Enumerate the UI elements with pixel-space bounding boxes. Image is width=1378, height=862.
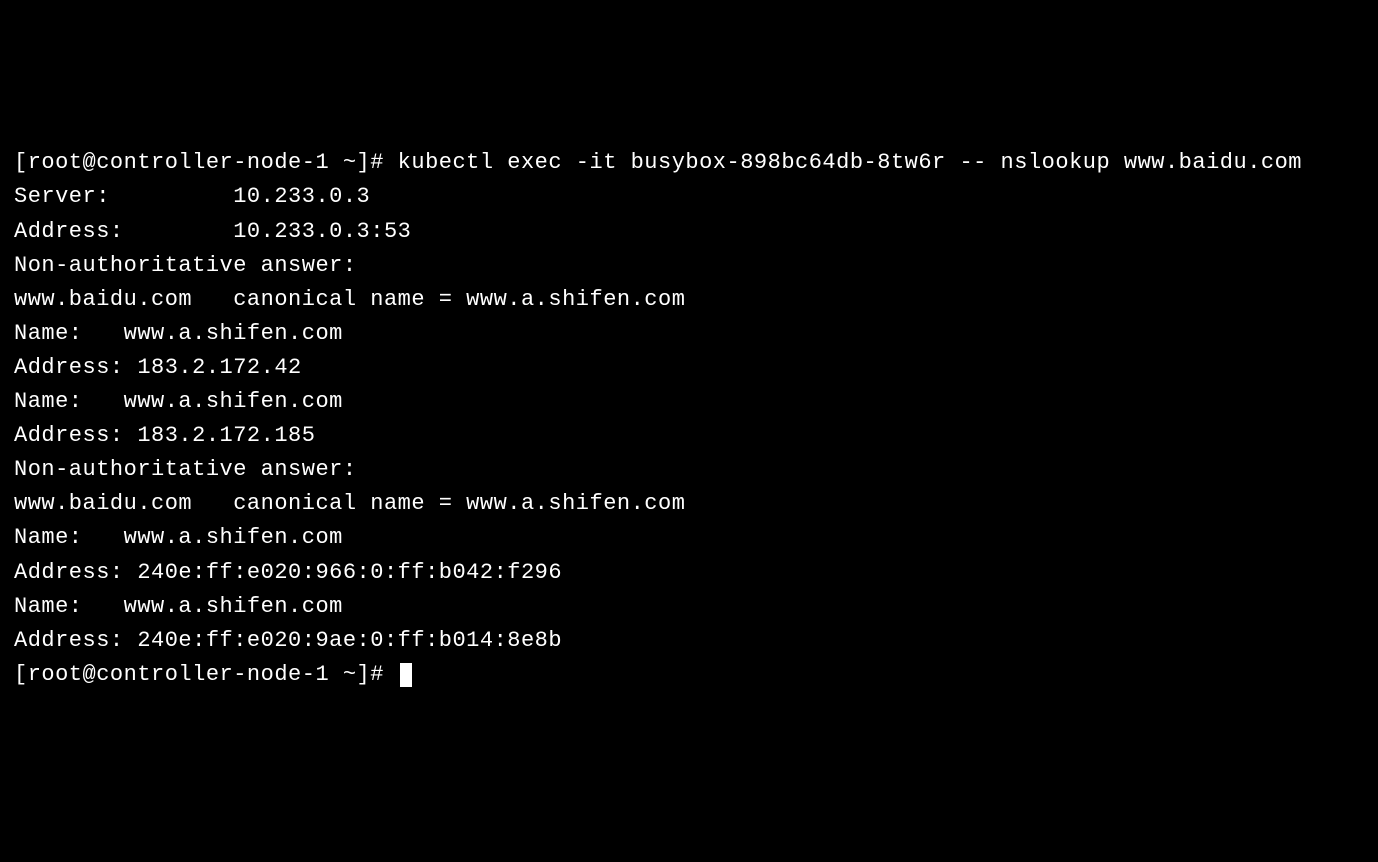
terminal-line: Address: 240e:ff:e020:966:0:ff:b042:f296 bbox=[14, 556, 1364, 590]
terminal-line: Name: www.a.shifen.com bbox=[14, 521, 1364, 555]
cursor bbox=[400, 663, 412, 687]
shell-prompt: [root@controller-node-1 ~]# bbox=[14, 662, 398, 687]
prompt-line[interactable]: [root@controller-node-1 ~]# bbox=[14, 658, 1364, 692]
terminal-line: Name: www.a.shifen.com bbox=[14, 590, 1364, 624]
terminal-line: Address: 10.233.0.3:53 bbox=[14, 215, 1364, 249]
terminal-line: Address: 183.2.172.185 bbox=[14, 419, 1364, 453]
terminal-line: Address: 183.2.172.42 bbox=[14, 351, 1364, 385]
terminal-line: Server: 10.233.0.3 bbox=[14, 180, 1364, 214]
terminal-line: Name: www.a.shifen.com bbox=[14, 385, 1364, 419]
terminal-output: [root@controller-node-1 ~]# kubectl exec… bbox=[14, 146, 1364, 657]
terminal-line: Address: 240e:ff:e020:9ae:0:ff:b014:8e8b bbox=[14, 624, 1364, 658]
terminal-line: Non-authoritative answer: bbox=[14, 453, 1364, 487]
terminal-line: www.baidu.com canonical name = www.a.shi… bbox=[14, 283, 1364, 317]
terminal-line: [root@controller-node-1 ~]# kubectl exec… bbox=[14, 146, 1364, 180]
terminal-line: Name: www.a.shifen.com bbox=[14, 317, 1364, 351]
terminal-line: www.baidu.com canonical name = www.a.shi… bbox=[14, 487, 1364, 521]
terminal-line: Non-authoritative answer: bbox=[14, 249, 1364, 283]
